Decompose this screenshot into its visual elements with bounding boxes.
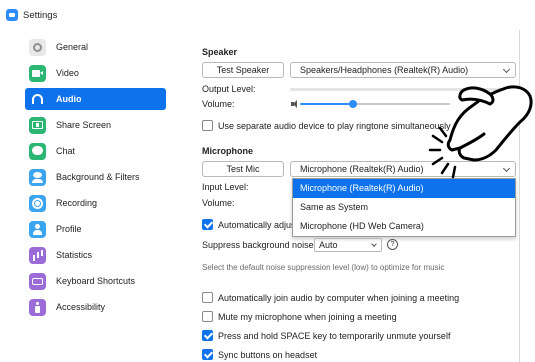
share-screen-icon [29,116,46,134]
sidebar-item-background-filters[interactable]: Background & Filters [25,166,166,188]
sidebar-item-label: Keyboard Shortcuts [56,276,136,286]
noise-suppression-select[interactable]: Auto [314,238,382,252]
suppress-noise-label: Suppress background noise [202,240,314,250]
bar-chart-icon [29,246,46,264]
microphone-volume-label: Volume: [202,198,235,208]
noise-suppression-hint: Select the default noise suppression lev… [202,263,445,272]
auto-join-audio-label: Automatically join audio by computer whe… [218,293,460,303]
chat-bubble-icon [29,142,46,160]
volume-low-icon [291,100,297,108]
sidebar-item-profile[interactable]: Profile [25,218,166,240]
settings-sidebar: General Video Audio Share Screen Chat Ba… [18,32,176,362]
title-bar: Settings [0,0,520,30]
sidebar-item-video[interactable]: Video [25,62,166,84]
window-title: Settings [23,9,58,21]
output-level-label: Output Level: [202,84,256,94]
separate-ringtone-checkbox[interactable] [202,120,213,131]
sidebar-item-label: Chat [56,146,76,156]
keyboard-icon [29,272,46,290]
accessibility-icon [29,298,46,316]
speaker-device-value: Speakers/Headphones (Realtek(R) Audio) [300,65,469,75]
help-icon[interactable]: ? [387,239,398,250]
speaker-volume-label: Volume: [202,99,235,109]
push-to-talk-label: Press and hold SPACE key to temporarily … [218,331,451,341]
auto-join-audio-checkbox[interactable] [202,292,213,303]
mute-on-join-label: Mute my microphone when joining a meetin… [218,312,397,322]
dropdown-option-hd-web-camera[interactable]: Microphone (HD Web Camera) [293,217,515,236]
sidebar-item-statistics[interactable]: Statistics [25,244,166,266]
auto-adjust-volume-checkbox[interactable] [202,219,213,230]
sidebar-item-share-screen[interactable]: Share Screen [25,114,166,136]
input-level-label: Input Level: [202,182,249,192]
speaker-volume-track-filled [300,103,353,105]
sidebar-item-chat[interactable]: Chat [25,140,166,162]
sidebar-item-label: Background & Filters [56,172,140,182]
noise-suppression-value: Auto [319,240,338,250]
gear-icon [29,38,46,56]
sidebar-item-label: Statistics [56,250,93,260]
microphone-section-title: Microphone [202,146,253,156]
speaker-device-select[interactable]: Speakers/Headphones (Realtek(R) Audio) [290,62,516,78]
test-speaker-button[interactable]: Test Speaker [202,62,284,78]
auto-adjust-volume-label: Automatically adjus [218,220,296,230]
microphone-device-value: Microphone (Realtek(R) Audio) [300,164,424,174]
test-mic-button[interactable]: Test Mic [202,161,284,177]
speaker-volume-slider-thumb[interactable] [349,100,357,108]
sidebar-item-label: Recording [56,198,98,208]
sidebar-item-label: Video [56,68,79,78]
push-to-talk-checkbox[interactable] [202,330,213,341]
sync-headset-buttons-checkbox[interactable] [202,349,213,360]
sidebar-item-recording[interactable]: Recording [25,192,166,214]
sidebar-item-label: Profile [56,224,82,234]
sidebar-item-label: Accessibility [56,302,106,312]
sidebar-item-general[interactable]: General [25,36,166,58]
speaker-section-title: Speaker [202,47,238,57]
record-icon [29,194,46,212]
mute-on-join-checkbox[interactable] [202,311,213,322]
chevron-down-icon [371,241,377,247]
sidebar-item-keyboard-shortcuts[interactable]: Keyboard Shortcuts [25,270,166,292]
sidebar-item-accessibility[interactable]: Accessibility [25,296,166,318]
zoom-app-icon [6,9,18,21]
profile-icon [29,220,46,238]
sidebar-item-label: Share Screen [56,120,112,130]
hand-pointer-icon [428,85,533,179]
sidebar-item-label: General [56,42,89,52]
sync-headset-buttons-label: Sync buttons on headset [218,350,318,360]
video-camera-icon [29,64,46,82]
separate-ringtone-label: Use separate audio device to play ringto… [218,121,451,131]
person-background-icon [29,168,46,186]
chevron-down-icon [502,65,511,74]
sidebar-item-label: Audio [56,94,82,104]
headphones-icon [29,91,46,108]
sidebar-item-audio[interactable]: Audio [25,88,166,110]
dropdown-option-same-as-system[interactable]: Same as System [293,198,515,217]
